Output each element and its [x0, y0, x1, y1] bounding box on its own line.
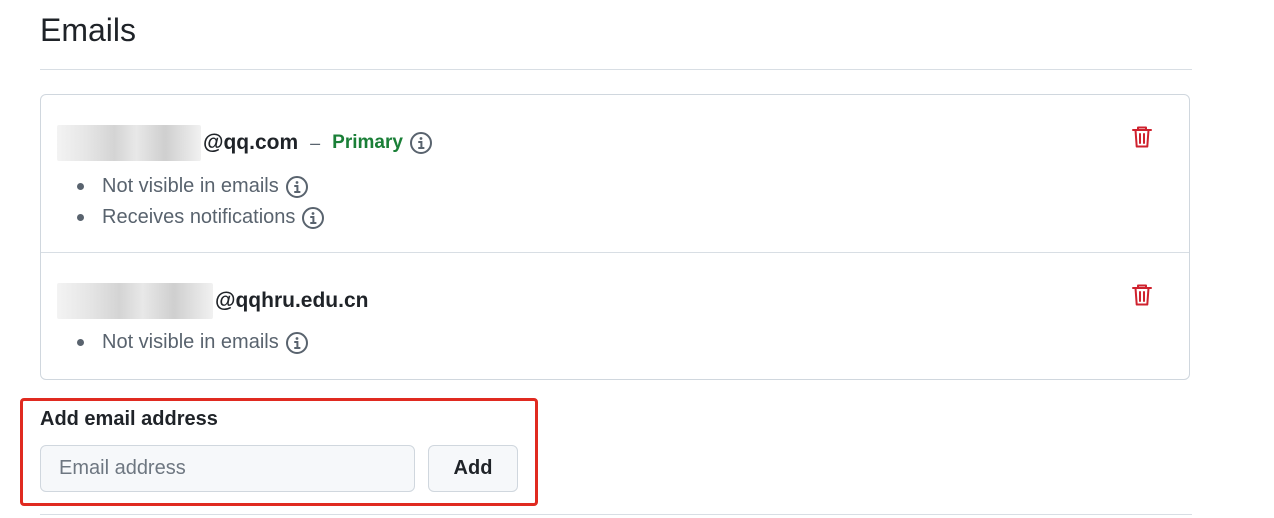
info-icon[interactable]: [285, 331, 309, 355]
bullet-dot: [77, 339, 84, 346]
redacted-email-local-part: [57, 283, 213, 319]
add-email-button[interactable]: Add: [428, 445, 518, 492]
delete-email-trash-icon[interactable]: [1131, 283, 1153, 307]
email-domain: @qqhru.edu.cn: [215, 289, 369, 312]
bullet-dot: [77, 183, 84, 190]
info-icon[interactable]: [409, 131, 433, 155]
list-item: Not visible in emails: [77, 171, 325, 202]
page-title: Emails: [40, 12, 137, 48]
property-label: Not visible in emails: [102, 175, 279, 197]
email-item-primary: @qq.com – Primary Not visible in emails …: [41, 95, 1189, 253]
delete-email-trash-icon[interactable]: [1131, 125, 1153, 149]
email-properties-list: Not visible in emails Receives notificat…: [77, 171, 325, 233]
redacted-email-local-part: [57, 125, 201, 161]
property-label: Receives notifications: [102, 206, 296, 228]
list-item: Not visible in emails: [77, 327, 309, 358]
title-divider: [40, 69, 1192, 70]
email-address-input[interactable]: [40, 445, 415, 492]
separator: –: [310, 132, 321, 153]
email-address-line: @qq.com – Primary: [57, 125, 433, 161]
email-list: @qq.com – Primary Not visible in emails …: [40, 94, 1190, 380]
property-label: Not visible in emails: [102, 331, 279, 353]
email-item-secondary: @qqhru.edu.cn Not visible in emails: [41, 253, 1189, 379]
primary-badge: Primary: [332, 132, 403, 153]
email-address-line: @qqhru.edu.cn: [57, 283, 368, 319]
list-item: Receives notifications: [77, 202, 325, 233]
add-email-label: Add email address: [40, 408, 218, 430]
bottom-divider: [40, 514, 1192, 515]
info-icon[interactable]: [285, 175, 309, 199]
info-icon[interactable]: [301, 206, 325, 230]
bullet-dot: [77, 214, 84, 221]
email-domain: @qq.com: [203, 131, 299, 154]
email-properties-list: Not visible in emails: [77, 327, 309, 358]
